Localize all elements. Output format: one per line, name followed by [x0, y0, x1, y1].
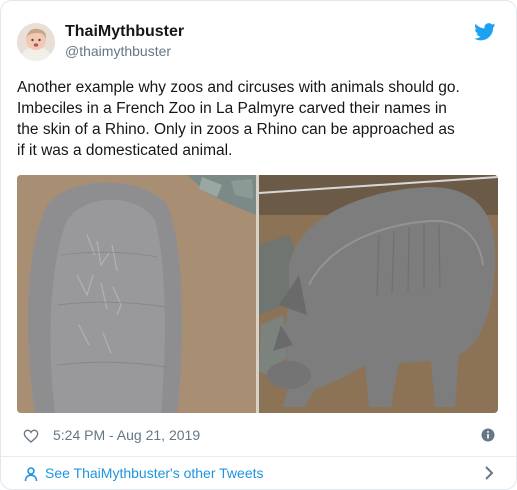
see-other-tweets-link[interactable]: See ThaiMythbuster's other Tweets [17, 463, 501, 485]
rhino-back-photo[interactable] [17, 175, 256, 413]
user-handle[interactable]: @thaimythbuster [65, 43, 171, 59]
rhino-standing-photo[interactable] [258, 175, 498, 413]
display-name[interactable]: ThaiMythbuster [65, 23, 184, 41]
avatar[interactable] [17, 23, 55, 61]
tweet-timestamp[interactable]: 5:24 PM - Aug 21, 2019 [53, 427, 200, 443]
chevron-right-icon [483, 465, 495, 481]
tweet-text: Another example why zoos and circuses wi… [17, 79, 460, 159]
tweet-meta: 5:24 PM - Aug 21, 2019 [17, 426, 501, 446]
tweet-media[interactable] [17, 175, 498, 413]
twitter-bird-icon[interactable] [474, 23, 496, 41]
tweet-card[interactable]: ThaiMythbuster @thaimythbuster Another e… [0, 0, 517, 490]
heart-icon[interactable] [23, 428, 39, 444]
divider [1, 456, 516, 457]
see-other-tweets-label: See ThaiMythbuster's other Tweets [45, 465, 264, 481]
info-icon[interactable] [481, 428, 495, 442]
person-icon [23, 466, 39, 482]
